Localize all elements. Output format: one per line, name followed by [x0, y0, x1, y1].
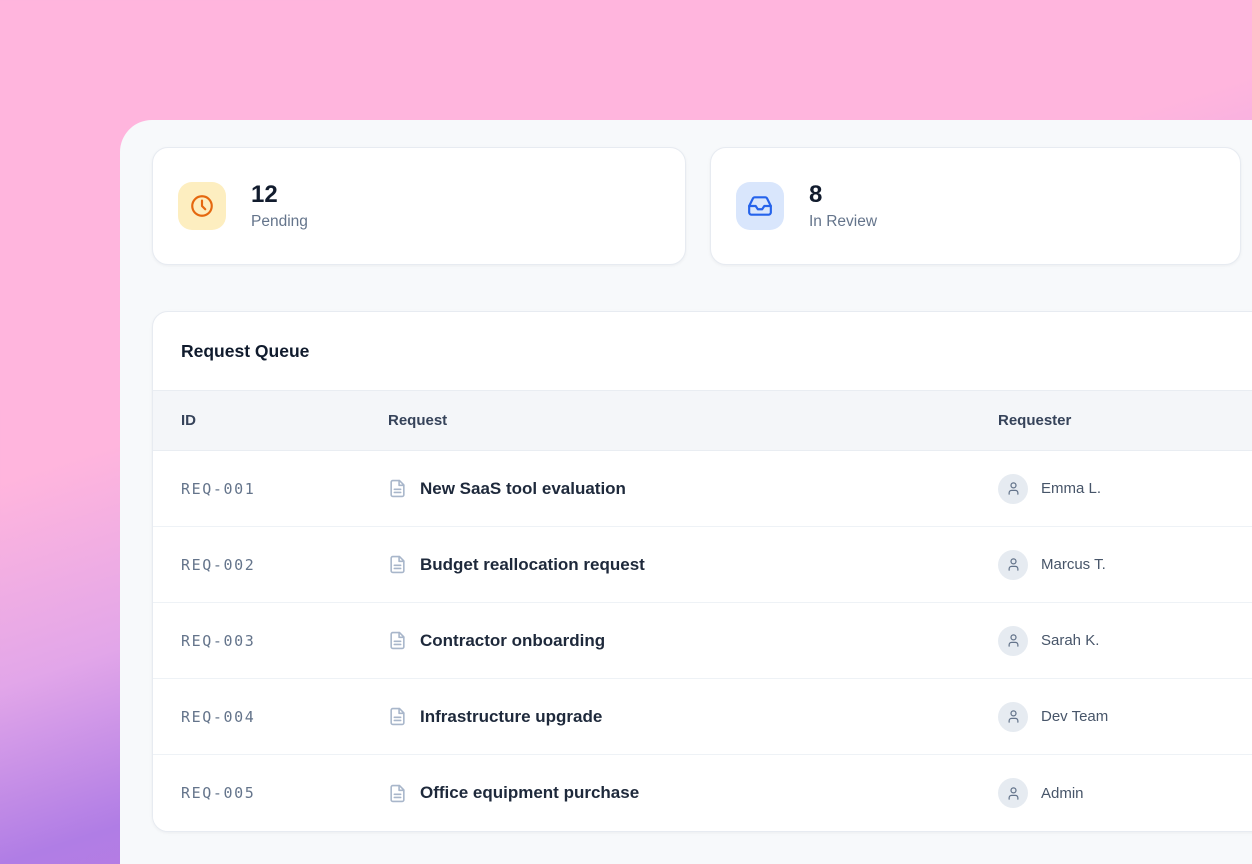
table-row[interactable]: REQ-002 Budget reallocation request Marc… — [153, 527, 1252, 603]
request-title: New SaaS tool evaluation — [420, 479, 626, 499]
pending-label: Pending — [251, 213, 308, 231]
request-title: Infrastructure upgrade — [420, 707, 602, 727]
request-queue-card: Request Queue ID Request Requester REQ-0… — [152, 311, 1252, 832]
table-row[interactable]: REQ-005 Office equipment purchase Admin — [153, 755, 1252, 831]
requester-name: Sarah K. — [1041, 632, 1099, 649]
requester-name: Marcus T. — [1041, 556, 1106, 573]
file-text-icon — [388, 784, 407, 803]
file-text-icon — [388, 631, 407, 650]
request-title: Office equipment purchase — [420, 783, 639, 803]
requester-name: Emma L. — [1041, 480, 1101, 497]
request-id: REQ-002 — [181, 556, 388, 574]
table-body: REQ-001 New SaaS tool evaluation Emma L. — [153, 451, 1252, 831]
inbox-icon — [736, 182, 784, 230]
in-review-label: In Review — [809, 213, 877, 231]
column-header-requester: Requester — [998, 412, 1252, 429]
in-review-count: 8 — [809, 181, 877, 210]
column-header-request: Request — [388, 412, 998, 429]
requester-name: Admin — [1041, 785, 1084, 802]
app-background: { "theme": { "background_gradient": ["#f… — [0, 0, 1252, 864]
file-text-icon — [388, 479, 407, 498]
table-header-row: ID Request Requester — [153, 391, 1252, 451]
request-title: Budget reallocation request — [420, 555, 645, 575]
request-id: REQ-004 — [181, 708, 388, 726]
request-id: REQ-001 — [181, 480, 388, 498]
stat-text: 8 In Review — [809, 181, 877, 231]
user-icon — [998, 474, 1028, 504]
user-icon — [998, 550, 1028, 580]
main-panel: 12 Pending 8 In Review Request Queue ID … — [120, 120, 1252, 864]
user-icon — [998, 778, 1028, 808]
table-row[interactable]: REQ-003 Contractor onboarding Sarah K. — [153, 603, 1252, 679]
stat-text: 12 Pending — [251, 181, 308, 231]
request-id: REQ-005 — [181, 784, 388, 802]
column-header-id: ID — [181, 412, 388, 429]
table-row[interactable]: REQ-004 Infrastructure upgrade Dev Team — [153, 679, 1252, 755]
request-id: REQ-003 — [181, 632, 388, 650]
table-row[interactable]: REQ-001 New SaaS tool evaluation Emma L. — [153, 451, 1252, 527]
requester-name: Dev Team — [1041, 708, 1108, 725]
stat-card-in-review: 8 In Review — [710, 147, 1241, 265]
file-text-icon — [388, 555, 407, 574]
queue-title: Request Queue — [181, 341, 309, 362]
stat-card-pending: 12 Pending — [152, 147, 686, 265]
stats-row: 12 Pending 8 In Review — [152, 147, 1252, 265]
user-icon — [998, 626, 1028, 656]
user-icon — [998, 702, 1028, 732]
clock-icon — [178, 182, 226, 230]
queue-title-row: Request Queue — [153, 312, 1252, 391]
request-title: Contractor onboarding — [420, 631, 605, 651]
pending-count: 12 — [251, 181, 308, 210]
file-text-icon — [388, 707, 407, 726]
